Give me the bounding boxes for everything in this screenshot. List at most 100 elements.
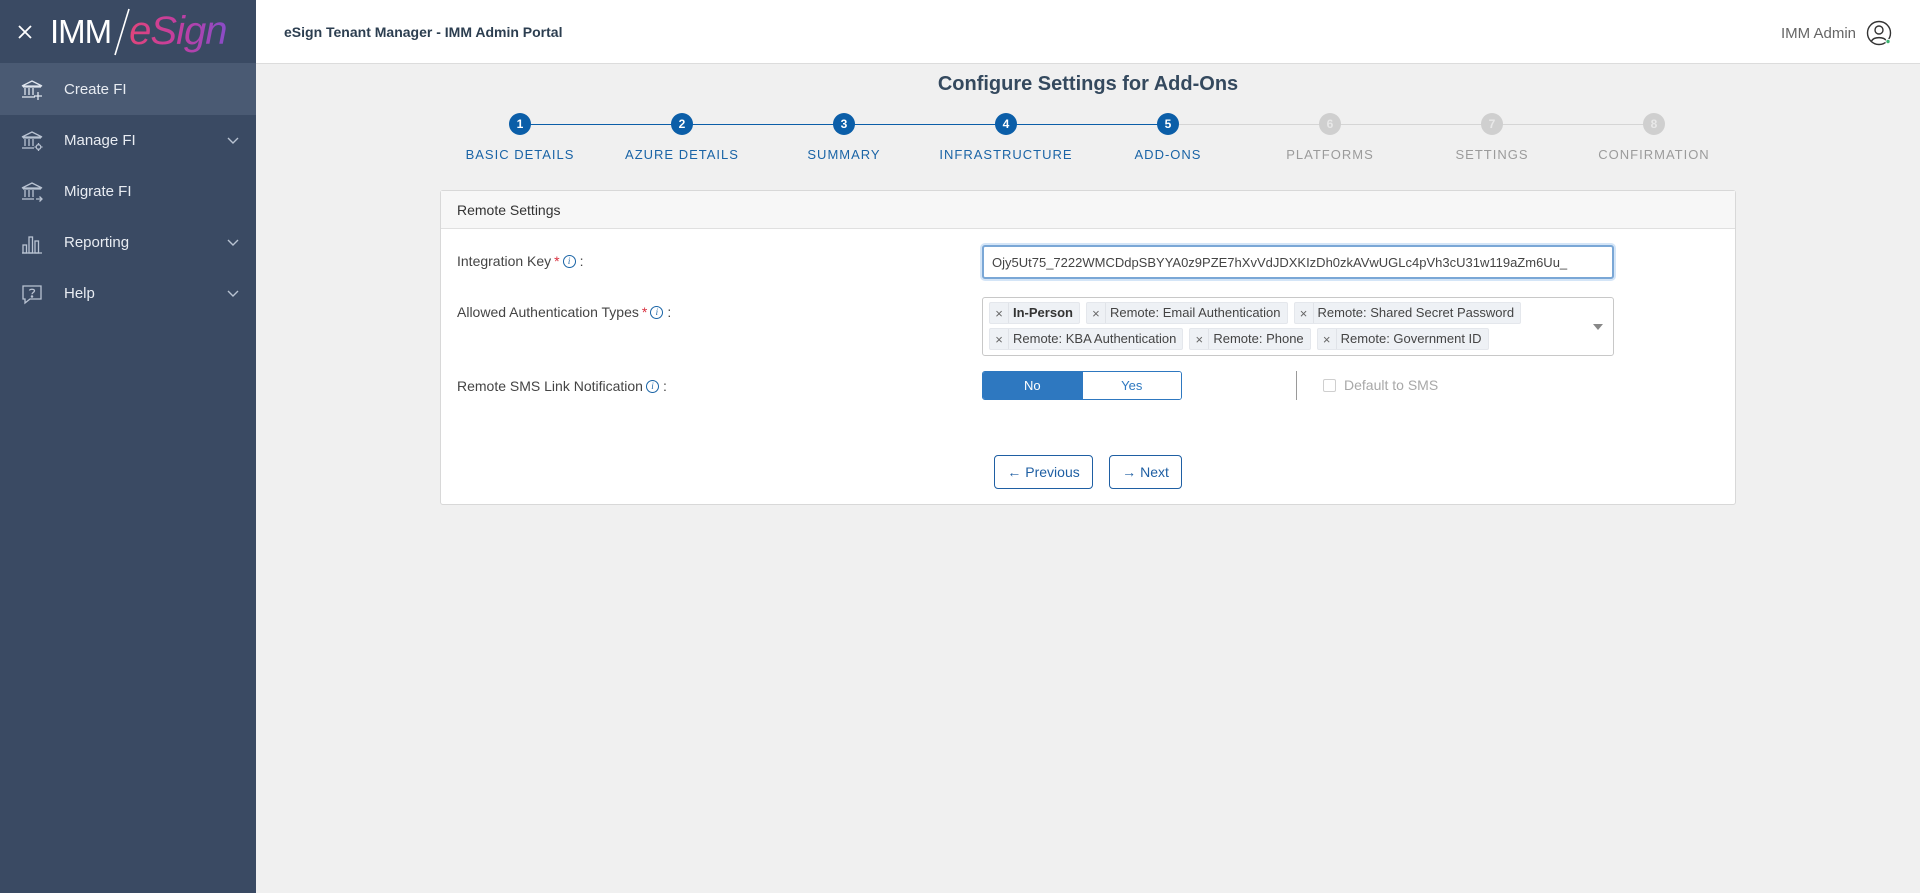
user-avatar-icon [1866,20,1892,46]
step-number: 7 [1481,113,1503,135]
step-number: 1 [509,113,531,135]
tag-label: Remote: Email Authentication [1104,303,1281,323]
auth-type-tag: × Remote: Email Authentication [1085,302,1288,324]
top-header: eSign Tenant Manager - IMM Admin Portal … [256,0,1920,64]
sms-label-group: Remote SMS Link Notification i : [457,378,667,394]
step-confirmation: 8 CONFIRMATION [1574,113,1734,162]
remove-tag-button[interactable]: × [990,306,1008,321]
integration-key-label: Integration Key [457,253,552,269]
bank-gear-icon [20,129,44,153]
auth-types-label-group: Allowed Authentication Types * i : [457,304,671,320]
default-to-sms-label: Default to SMS [1344,377,1439,393]
bank-plus-icon [20,78,44,102]
sidebar-item-label: Help [64,285,95,302]
step-label: BASIC DETAILS [465,147,575,162]
default-to-sms-checkbox[interactable] [1323,378,1336,392]
info-icon[interactable]: i [650,305,664,319]
info-icon[interactable]: i [562,254,576,268]
step-label: CONFIRMATION [1598,147,1710,162]
required-marker: * [641,304,648,320]
sidebar-item-label: Manage FI [64,132,136,149]
tag-label: Remote: Phone [1208,329,1304,349]
sidebar-item-reporting[interactable]: Reporting [0,217,256,268]
default-to-sms-option: Default to SMS [1323,377,1438,393]
logo-imm-text: IMM [50,12,112,50]
step-label: SUMMARY [807,147,881,162]
label-colon: : [662,378,667,394]
integration-key-label-group: Integration Key * i : [457,253,584,269]
auth-type-tag: × In-Person [989,302,1080,324]
step-number: 8 [1643,113,1665,135]
label-colon: : [667,304,672,320]
panel-title: Remote Settings [441,191,1735,229]
sidebar: IMM eSign Create FI Manage FI Migrate FI… [0,0,256,893]
dropdown-arrow-icon[interactable] [1593,324,1603,330]
required-marker: * [554,253,560,269]
chevron-down-icon [227,290,239,297]
bar-chart-icon [20,231,44,255]
remove-tag-button[interactable]: × [990,332,1008,347]
tag-label: Remote: KBA Authentication [1008,329,1176,349]
toggle-yes-button[interactable]: Yes [1081,372,1181,399]
step-infrastructure[interactable]: 4 INFRASTRUCTURE [926,113,1086,162]
auth-types-label: Allowed Authentication Types [457,304,639,320]
auth-type-tag: × Remote: Government ID [1316,328,1489,350]
help-icon [20,282,44,306]
tag-label: Remote: Government ID [1335,329,1482,349]
label-colon: : [579,253,584,269]
tag-label: Remote: Shared Secret Password [1312,303,1514,323]
chevron-down-icon [227,137,239,144]
previous-button[interactable]: ← Previous [994,455,1093,489]
toggle-no-button[interactable]: No [983,372,1082,399]
step-summary[interactable]: 3 SUMMARY [764,113,924,162]
sidebar-item-label: Migrate FI [64,183,132,200]
step-basic-details[interactable]: 1 BASIC DETAILS [440,113,600,162]
step-number: 5 [1157,113,1179,135]
chevron-down-icon [227,239,239,246]
step-number: 2 [671,113,693,135]
step-azure-details[interactable]: 2 AZURE DETAILS [602,113,762,162]
bank-arrow-icon [20,180,44,204]
sidebar-header: IMM eSign [0,0,256,64]
step-add-ons[interactable]: 5 ADD-ONS [1088,113,1248,162]
user-name: IMM Admin [1780,24,1856,42]
sms-notification-label: Remote SMS Link Notification [457,378,643,394]
sidebar-item-migrate-fi[interactable]: Migrate FI [0,166,256,217]
logo-esign-text: eSign [129,9,227,53]
sidebar-item-help[interactable]: Help [0,268,256,319]
step-settings: 7 SETTINGS [1412,113,1572,162]
auth-types-multiselect[interactable]: × In-Person × Remote: Email Authenticati… [982,297,1614,356]
tag-label: In-Person [1008,303,1073,323]
auth-type-tag: × Remote: Phone [1189,328,1311,350]
auth-type-tag: × Remote: Shared Secret Password [1293,302,1522,324]
remove-tag-button[interactable]: × [1087,306,1105,321]
step-label: SETTINGS [1455,147,1529,162]
sidebar-item-label: Create FI [64,81,127,98]
auth-type-tag: × Remote: KBA Authentication [989,328,1184,350]
step-label: ADD-ONS [1134,147,1202,162]
page-title: Configure Settings for Add-Ons [937,73,1239,95]
remove-tag-button[interactable]: × [1190,332,1208,347]
sidebar-item-create-fi[interactable]: Create FI [0,64,256,115]
step-label: PLATFORMS [1286,147,1374,162]
remove-tag-button[interactable]: × [1295,306,1313,321]
user-menu[interactable]: IMM Admin [1781,20,1892,46]
next-button[interactable]: → Next [1109,455,1182,489]
step-label: INFRASTRUCTURE [939,147,1073,162]
close-icon [18,24,32,39]
app-title: eSign Tenant Manager - IMM Admin Portal [284,24,563,40]
remote-settings-panel: Remote Settings Integration Key * i : Al… [440,190,1736,505]
sidebar-item-label: Reporting [64,234,130,251]
next-button-label: Next [1140,464,1169,480]
divider [1296,371,1297,400]
step-number: 3 [833,113,855,135]
step-number: 4 [995,113,1017,135]
info-icon[interactable]: i [645,379,659,393]
integration-key-input[interactable] [982,245,1614,279]
step-number: 6 [1319,113,1341,135]
arrow-left-icon: ← [1007,464,1022,480]
previous-button-label: Previous [1025,464,1080,480]
remove-tag-button[interactable]: × [1318,332,1336,347]
close-sidebar-button[interactable] [0,0,50,64]
sidebar-item-manage-fi[interactable]: Manage FI [0,115,256,166]
